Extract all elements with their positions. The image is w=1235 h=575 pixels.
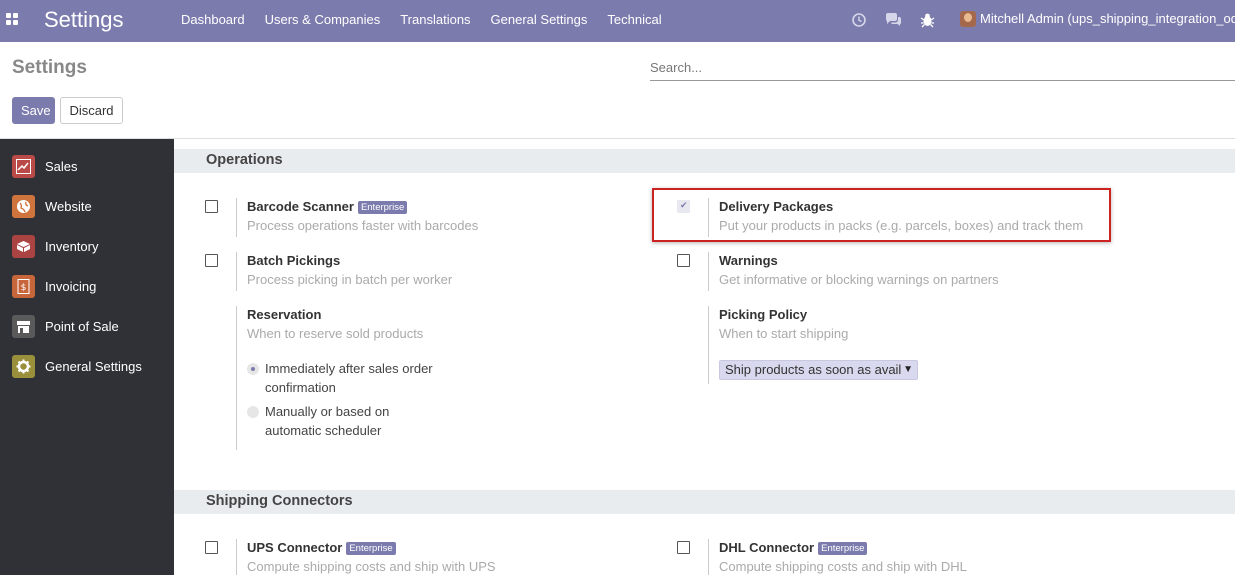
app-title: Settings — [44, 7, 124, 32]
gear-icon — [12, 355, 35, 378]
user-avatar[interactable] — [960, 11, 976, 27]
warnings-desc: Get informative or blocking warnings on … — [719, 272, 999, 287]
dhl-connector-title: DHL Connector Enterprise — [719, 540, 868, 555]
chat-icon[interactable] — [885, 12, 901, 28]
sales-icon — [12, 155, 35, 178]
picking-policy-desc: When to start shipping — [719, 326, 849, 341]
enterprise-badge: Enterprise — [818, 542, 868, 555]
user-menu[interactable]: Mitchell Admin (ups_shipping_integration… — [980, 11, 1235, 26]
globe-icon — [12, 195, 35, 218]
setting-divider — [236, 306, 237, 450]
picking-policy-select[interactable]: Ship products as soon as avail ▼ — [719, 360, 918, 380]
sidebar-item-website[interactable]: Website — [0, 187, 174, 227]
enterprise-badge: Enterprise — [357, 201, 408, 214]
dropdown-arrow-icon: ▼ — [903, 364, 913, 375]
sidebar-label-sales: Sales — [45, 159, 78, 174]
menu-users-companies[interactable]: Users & Companies — [265, 0, 381, 42]
warnings-title: Warnings — [719, 253, 778, 268]
menu-general-settings[interactable]: General Settings — [491, 0, 588, 42]
menu-technical[interactable]: Technical — [607, 0, 661, 42]
sidebar-item-sales[interactable]: Sales — [0, 147, 174, 187]
ups-connector-checkbox[interactable] — [205, 541, 218, 554]
dhl-connector-desc: Compute shipping costs and ship with DHL — [719, 559, 967, 574]
ups-connector-desc: Compute shipping costs and ship with UPS — [247, 559, 496, 574]
batch-pickings-title: Batch Pickings — [247, 253, 341, 268]
ups-connector-title: UPS Connector Enterprise — [247, 540, 396, 555]
setting-divider — [236, 539, 237, 575]
save-button[interactable]: Save — [12, 97, 55, 124]
batch-pickings-checkbox[interactable] — [205, 254, 218, 267]
setting-divider — [708, 252, 709, 291]
picking-policy-title: Picking Policy — [719, 307, 808, 322]
setting-divider — [708, 539, 709, 575]
reservation-title: Reservation — [247, 307, 322, 322]
sidebar-label-inventory: Inventory — [45, 239, 99, 254]
svg-text:$: $ — [21, 283, 27, 293]
sidebar-item-invoicing[interactable]: $ Invoicing — [0, 267, 174, 307]
sidebar-label-invoicing: Invoicing — [45, 279, 97, 294]
setting-divider — [708, 306, 709, 384]
top-navbar: Settings Dashboard Users & Companies Tra… — [0, 0, 1235, 42]
clock-icon[interactable] — [851, 12, 867, 28]
top-menu: Dashboard Users & Companies Translations… — [181, 0, 682, 42]
setting-divider — [236, 252, 237, 291]
discard-button[interactable]: Discard — [60, 97, 123, 124]
enterprise-badge: Enterprise — [346, 542, 396, 555]
reservation-manual-label[interactable]: Manually or based on automatic scheduler — [265, 402, 389, 440]
reservation-immediate-radio[interactable] — [247, 363, 259, 375]
barcode-scanner-desc: Process operations faster with barcodes — [247, 218, 479, 233]
batch-pickings-desc: Process picking in batch per worker — [247, 272, 453, 287]
highlight-box — [652, 188, 1111, 242]
section-title-operations: Operations — [206, 152, 283, 168]
barcode-scanner-title: Barcode Scanner Enterprise — [247, 199, 408, 214]
sidebar-label-website: Website — [45, 199, 92, 214]
apps-menu-icon[interactable] — [6, 13, 19, 26]
sidebar-label-point-of-sale: Point of Sale — [45, 319, 119, 334]
reservation-manual-radio[interactable] — [247, 406, 259, 418]
shop-icon — [12, 315, 35, 338]
barcode-scanner-checkbox[interactable] — [205, 200, 218, 213]
box-icon — [12, 235, 35, 258]
breadcrumb: Settings — [12, 57, 87, 78]
menu-dashboard[interactable]: Dashboard — [181, 0, 245, 42]
section-shipping-connectors: Shipping Connectors — [174, 490, 1235, 514]
warnings-checkbox[interactable] — [677, 254, 690, 267]
section-operations: Operations — [174, 149, 1235, 173]
section-title-shipping: Shipping Connectors — [206, 493, 353, 509]
reservation-immediate-label[interactable]: Immediately after sales order confirmatio… — [265, 359, 433, 397]
bug-icon[interactable] — [920, 12, 936, 28]
settings-content: Operations Barcode Scanner Enterprise Pro… — [174, 139, 1235, 575]
invoice-icon: $ — [12, 275, 35, 298]
dhl-connector-checkbox[interactable] — [677, 541, 690, 554]
sidebar-item-general-settings[interactable]: General Settings — [0, 347, 174, 387]
sidebar-item-point-of-sale[interactable]: Point of Sale — [0, 307, 174, 347]
search-input[interactable] — [650, 55, 1235, 81]
sidebar-item-inventory[interactable]: Inventory — [0, 227, 174, 267]
menu-translations[interactable]: Translations — [400, 0, 470, 42]
setting-divider — [236, 198, 237, 237]
reservation-desc: When to reserve sold products — [247, 326, 424, 341]
sidebar-label-general-settings: General Settings — [45, 359, 142, 374]
settings-sidebar: Sales Website Inventory $ Invoicing Poin… — [0, 139, 174, 575]
